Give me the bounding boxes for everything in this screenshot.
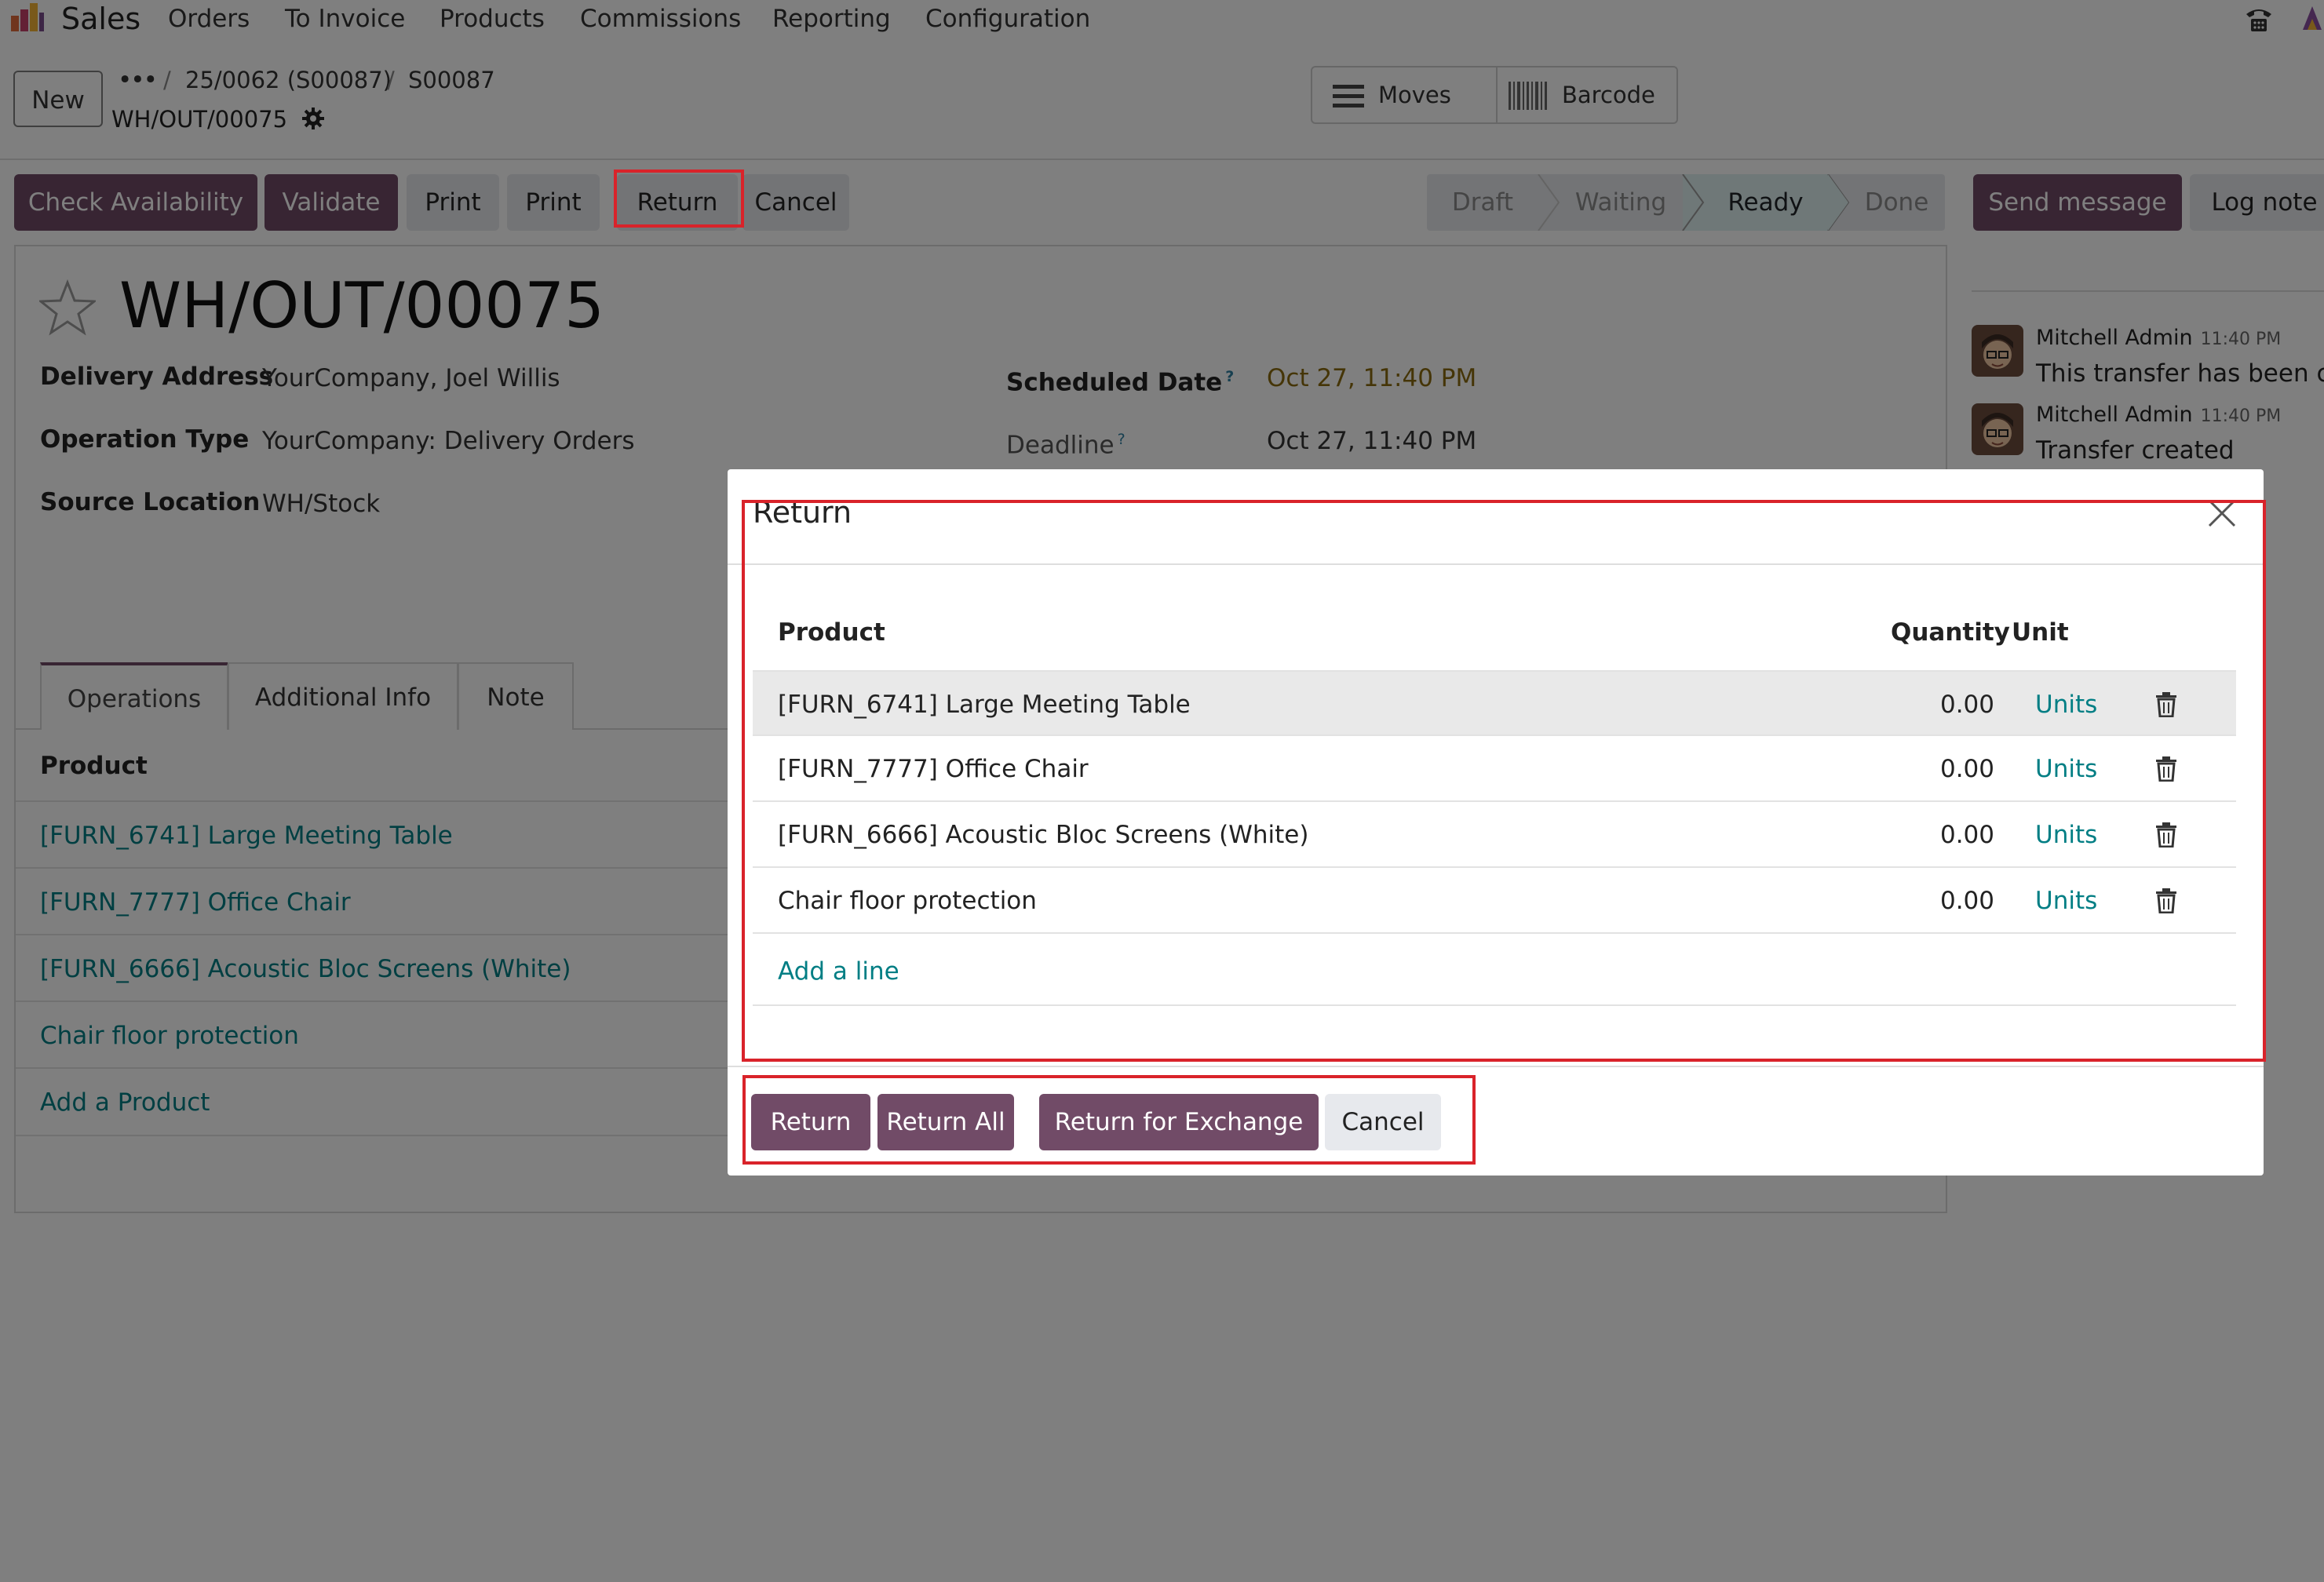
unit-link[interactable]: Units bbox=[2035, 802, 2097, 868]
quantity-field[interactable]: 0.00 bbox=[1940, 736, 1994, 802]
quantity-field[interactable]: 0.00 bbox=[1940, 672, 1994, 738]
dialog-title: Return bbox=[753, 495, 852, 530]
quantity-field[interactable]: 0.00 bbox=[1940, 868, 1994, 934]
add-line-link[interactable]: Add a line bbox=[778, 956, 899, 987]
line-product[interactable]: [FURN_6741] Large Meeting Table bbox=[778, 672, 1191, 738]
quantity-column-header[interactable]: Quantity bbox=[1891, 617, 2010, 648]
table-row[interactable]: [FURN_6666] Acoustic Bloc Screens (White… bbox=[753, 802, 2236, 868]
return-for-exchange-button[interactable]: Return for Exchange bbox=[1039, 1094, 1319, 1150]
table-row[interactable]: [FURN_6741] Large Meeting Table 0.00 Uni… bbox=[753, 670, 2236, 736]
return-dialog: Return Product Quantity Unit [FURN_6741]… bbox=[728, 469, 2264, 1176]
unit-link[interactable]: Units bbox=[2035, 736, 2097, 802]
quantity-field[interactable]: 0.00 bbox=[1940, 802, 1994, 868]
unit-link[interactable]: Units bbox=[2035, 672, 2097, 738]
table-row[interactable]: Chair floor protection 0.00 Units bbox=[753, 868, 2236, 934]
unit-link[interactable]: Units bbox=[2035, 868, 2097, 934]
trash-icon[interactable] bbox=[2154, 756, 2178, 782]
page: Sales Orders To Invoice Products Commiss… bbox=[0, 0, 2324, 1582]
unit-column-header[interactable]: Unit bbox=[2012, 617, 2069, 648]
line-product[interactable]: Chair floor protection bbox=[778, 868, 1037, 934]
product-column-header[interactable]: Product bbox=[778, 617, 885, 648]
line-product[interactable]: [FURN_7777] Office Chair bbox=[778, 736, 1089, 802]
trash-icon[interactable] bbox=[2154, 888, 2178, 913]
trash-icon[interactable] bbox=[2154, 822, 2178, 848]
table-row[interactable]: [FURN_7777] Office Chair 0.00 Units bbox=[753, 736, 2236, 802]
trash-icon[interactable] bbox=[2154, 692, 2178, 717]
close-icon[interactable] bbox=[2206, 498, 2238, 529]
line-product[interactable]: [FURN_6666] Acoustic Bloc Screens (White… bbox=[778, 802, 1308, 868]
return-confirm-button[interactable]: Return bbox=[751, 1094, 870, 1150]
divider bbox=[728, 1066, 2264, 1067]
return-all-button[interactable]: Return All bbox=[877, 1094, 1014, 1150]
cancel-button[interactable]: Cancel bbox=[1325, 1094, 1441, 1150]
divider bbox=[753, 1004, 2236, 1006]
divider bbox=[728, 563, 2264, 565]
